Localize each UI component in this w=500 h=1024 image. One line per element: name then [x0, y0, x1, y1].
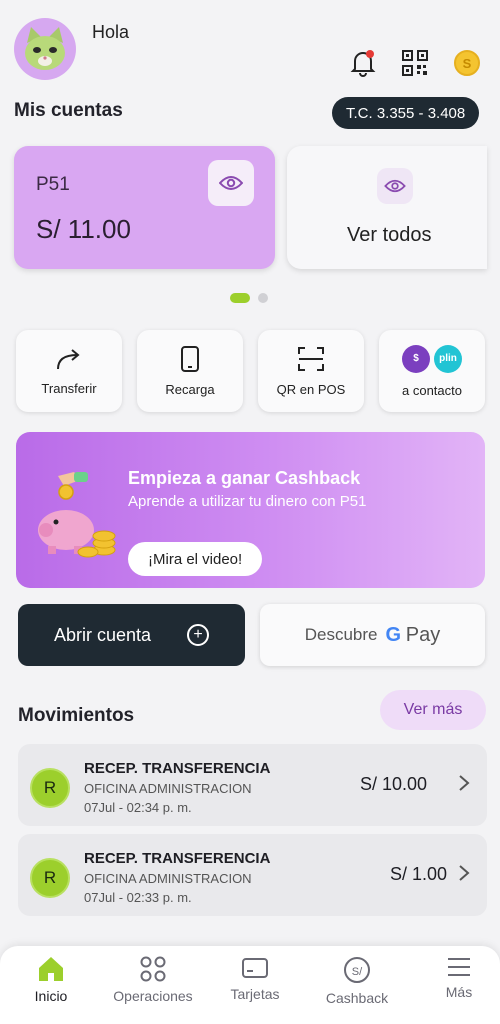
movement-title: RECEP. TRANSFERENCIA — [84, 760, 271, 777]
qr-pos-button[interactable]: QR en POS — [258, 330, 364, 412]
menu-icon — [448, 958, 470, 976]
carousel-dot — [258, 293, 268, 303]
piggy-bank-icon — [38, 472, 116, 558]
eye-icon — [219, 176, 243, 190]
greeting: Hola — [92, 22, 130, 42]
watch-video-button[interactable]: ¡Mira el video! — [128, 542, 263, 576]
notifications-button[interactable] — [348, 48, 378, 78]
account-name: P51 — [36, 174, 70, 195]
banner-title: Empieza a ganar Cashback — [128, 468, 361, 488]
nav-item-inicio[interactable]: Inicio — [1, 956, 101, 1004]
see-all-eye — [377, 168, 413, 204]
plus-icon: + — [187, 624, 209, 646]
plin-icon: $ plin — [402, 344, 462, 373]
account-balance: S/ 11.00 — [36, 214, 131, 244]
share-arrow-icon — [57, 348, 80, 369]
carousel-dot-active — [230, 293, 250, 303]
discover-label: Descubre — [304, 625, 378, 644]
cat-avatar-icon — [25, 27, 65, 70]
movement-initial-avatar: R — [30, 768, 70, 808]
recharge-button[interactable]: Recarga — [137, 330, 243, 412]
google-pay-button[interactable]: Descubre G Pay — [260, 604, 485, 666]
accounts-title: Mis cuentas — [14, 100, 123, 121]
qr-button[interactable] — [400, 48, 430, 78]
see-more-button[interactable]: Ver más — [380, 690, 486, 730]
card-icon — [242, 958, 268, 978]
wallet-icon: $ — [402, 344, 430, 373]
cashback-banner[interactable]: Empieza a ganar Cashback Aprende a utili… — [16, 432, 485, 588]
bell-icon — [350, 50, 376, 77]
recharge-label: Recarga — [165, 381, 215, 397]
coin-icon: S — [454, 50, 480, 76]
nav-label: Cashback — [325, 990, 389, 1006]
movement-initial-avatar: R — [30, 858, 70, 898]
account-card[interactable]: P51 S/ 11.00 — [14, 146, 275, 269]
nav-label: Operaciones — [113, 988, 193, 1004]
plin-contact-button[interactable]: $ plin a contacto — [379, 330, 485, 412]
scan-icon — [298, 346, 324, 371]
qr-icon — [402, 50, 428, 76]
cashback-glyph: S/ — [352, 966, 363, 978]
nav-label: Tarjetas — [230, 986, 280, 1002]
see-all-accounts-card[interactable]: Ver todos — [287, 146, 487, 269]
google-g-icon: G — [385, 623, 402, 646]
movement-amount: S/ 10.00 — [360, 774, 428, 794]
nav-item-operaciones[interactable]: Operaciones — [103, 956, 203, 1004]
nav-item-cashback[interactable]: S/ Cashback — [307, 956, 407, 1006]
banner-subtitle: Aprende a utilizar tu dinero con P51 — [128, 493, 367, 510]
exchange-rate-badge[interactable]: T.C. 3.355 - 3.408 — [332, 97, 480, 129]
cashback-icon: S/ — [344, 957, 370, 983]
grid-icon — [140, 956, 166, 982]
home-icon — [39, 957, 63, 981]
movement-subtitle: OFICINA ADMINISTRACION — [84, 781, 252, 796]
nav-item-mas[interactable]: Más — [409, 956, 500, 1000]
open-account-label: Abrir cuenta — [54, 624, 152, 645]
nav-item-tarjetas[interactable]: Tarjetas — [205, 956, 305, 1002]
plin-badge: plin — [434, 344, 462, 373]
eye-icon — [384, 179, 406, 193]
toggle-balance-button[interactable] — [208, 160, 254, 206]
movement-subtitle: OFICINA ADMINISTRACION — [84, 871, 252, 886]
cashback-coin-button[interactable]: S — [452, 48, 482, 78]
google-pay-logo: G Pay — [386, 624, 441, 647]
carousel-indicator — [230, 293, 268, 303]
plin-contact-label: a contacto — [402, 382, 462, 398]
movement-row[interactable]: R RECEP. TRANSFERENCIA OFICINA ADMINISTR… — [18, 834, 487, 916]
movement-row[interactable]: R RECEP. TRANSFERENCIA OFICINA ADMINISTR… — [18, 744, 487, 826]
bottom-navigation: Inicio Operaciones Tarjetas S/ Cashback … — [0, 946, 500, 1024]
pay-label: Pay — [405, 623, 441, 646]
movement-date: 07Jul - 02:34 p. m. — [84, 800, 192, 815]
movements-title: Movimientos — [18, 705, 135, 726]
movement-date: 07Jul - 02:33 p. m. — [84, 890, 192, 905]
chevron-right-icon — [458, 864, 470, 887]
see-all-label: Ver todos — [347, 224, 432, 246]
transfer-button[interactable]: Transferir — [16, 330, 122, 412]
phone-icon — [181, 345, 199, 372]
movement-title: RECEP. TRANSFERENCIA — [84, 850, 271, 867]
nav-label: Inicio — [34, 988, 68, 1004]
nav-label: Más — [445, 984, 473, 1000]
avatar[interactable] — [14, 18, 76, 80]
qr-pos-label: QR en POS — [276, 381, 346, 397]
transfer-label: Transferir — [41, 380, 97, 396]
chevron-right-icon — [458, 774, 470, 797]
movement-amount: S/ 1.00 — [390, 864, 448, 884]
open-account-button[interactable]: Abrir cuenta + — [18, 604, 245, 666]
